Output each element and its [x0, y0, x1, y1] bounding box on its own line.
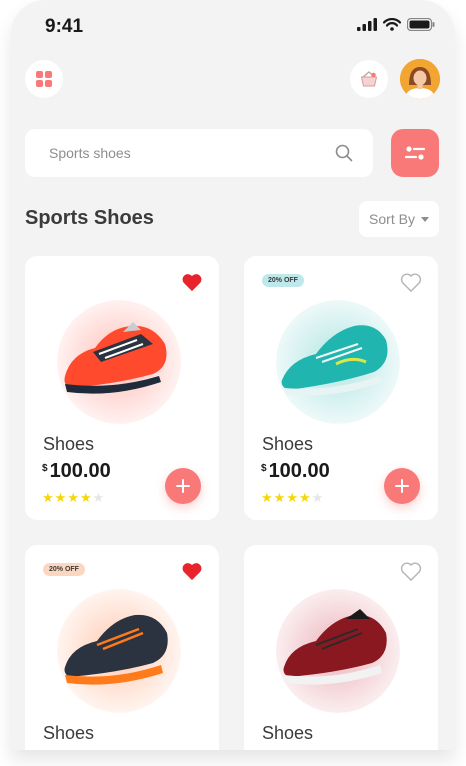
- plus-icon: [176, 479, 190, 493]
- caret-down-icon: [420, 216, 429, 222]
- status-icons: [357, 18, 435, 31]
- star-filled-icon: ★: [79, 490, 92, 505]
- star-filled-icon: ★: [286, 490, 298, 505]
- search-input[interactable]: Sports shoes: [49, 145, 131, 161]
- star-rating: ★ ★ ★ ★ ★: [42, 490, 104, 506]
- star-filled-icon: ★: [54, 490, 67, 505]
- add-to-cart-button[interactable]: [165, 468, 201, 504]
- grid-icon: [36, 71, 52, 87]
- product-name: Shoes: [43, 723, 95, 743]
- star-filled-icon: ★: [67, 490, 79, 505]
- status-time: 9:41: [45, 16, 84, 37]
- shoe-image-red: [57, 300, 181, 424]
- star-empty-icon: ★: [92, 490, 105, 505]
- product-card[interactable]: Shoes $ 100.00 ★ ★ ★ ★ ★: [25, 256, 219, 520]
- sort-by-label: Sort By: [369, 211, 415, 227]
- user-photo-icon: [400, 59, 440, 99]
- product-price: $ 100.00: [42, 460, 111, 483]
- product-card[interactable]: 20% OFF Shoes $ 100.00 ★ ★ ★ ★ ★: [244, 256, 438, 520]
- search-bar[interactable]: Sports shoes: [25, 129, 373, 177]
- discount-badge: 20% OFF: [262, 274, 304, 287]
- star-empty-icon: ★: [311, 490, 324, 505]
- heart-icon[interactable]: [181, 272, 203, 292]
- currency-symbol: $: [42, 463, 48, 474]
- sort-by-dropdown[interactable]: Sort By: [359, 201, 439, 237]
- price-amount: 100.00: [49, 460, 111, 482]
- heart-outline-icon[interactable]: [400, 561, 422, 581]
- star-filled-icon: ★: [261, 490, 273, 505]
- product-card[interactable]: 20% OFF Shoes: [25, 545, 219, 750]
- filter-icon: [405, 146, 425, 160]
- star-rating: ★ ★ ★ ★ ★: [261, 490, 323, 506]
- menu-button[interactable]: [25, 60, 63, 98]
- price-amount: 100.00: [268, 460, 330, 482]
- discount-badge: 20% OFF: [43, 563, 85, 576]
- product-card[interactable]: Shoes: [244, 545, 438, 750]
- battery-icon: [407, 18, 435, 31]
- avatar[interactable]: [400, 59, 440, 99]
- product-price: $ 100.00: [261, 460, 330, 483]
- phone-frame: 9:41 Sports shoes Sports Shoes Sort By S…: [11, 0, 455, 750]
- shoe-image-navy: [57, 589, 181, 713]
- cart-button[interactable]: [350, 60, 388, 98]
- heart-icon[interactable]: [181, 561, 203, 581]
- section-title: Sports Shoes: [25, 207, 154, 229]
- search-icon[interactable]: [335, 144, 353, 162]
- add-to-cart-button[interactable]: [384, 468, 420, 504]
- plus-icon: [395, 479, 409, 493]
- wifi-icon: [383, 18, 401, 31]
- product-name: Shoes: [262, 723, 314, 743]
- shoe-image-maroon: [276, 589, 400, 713]
- signal-icon: [357, 18, 377, 31]
- currency-symbol: $: [261, 463, 267, 474]
- shoe-image-teal: [276, 300, 400, 424]
- heart-outline-icon[interactable]: [400, 272, 422, 292]
- product-name: Shoes: [43, 434, 95, 454]
- basket-icon: [360, 71, 378, 87]
- star-filled-icon: ★: [298, 490, 311, 505]
- filter-button[interactable]: [391, 129, 439, 177]
- product-name: Shoes: [262, 434, 314, 454]
- star-filled-icon: ★: [273, 490, 286, 505]
- star-filled-icon: ★: [42, 490, 54, 505]
